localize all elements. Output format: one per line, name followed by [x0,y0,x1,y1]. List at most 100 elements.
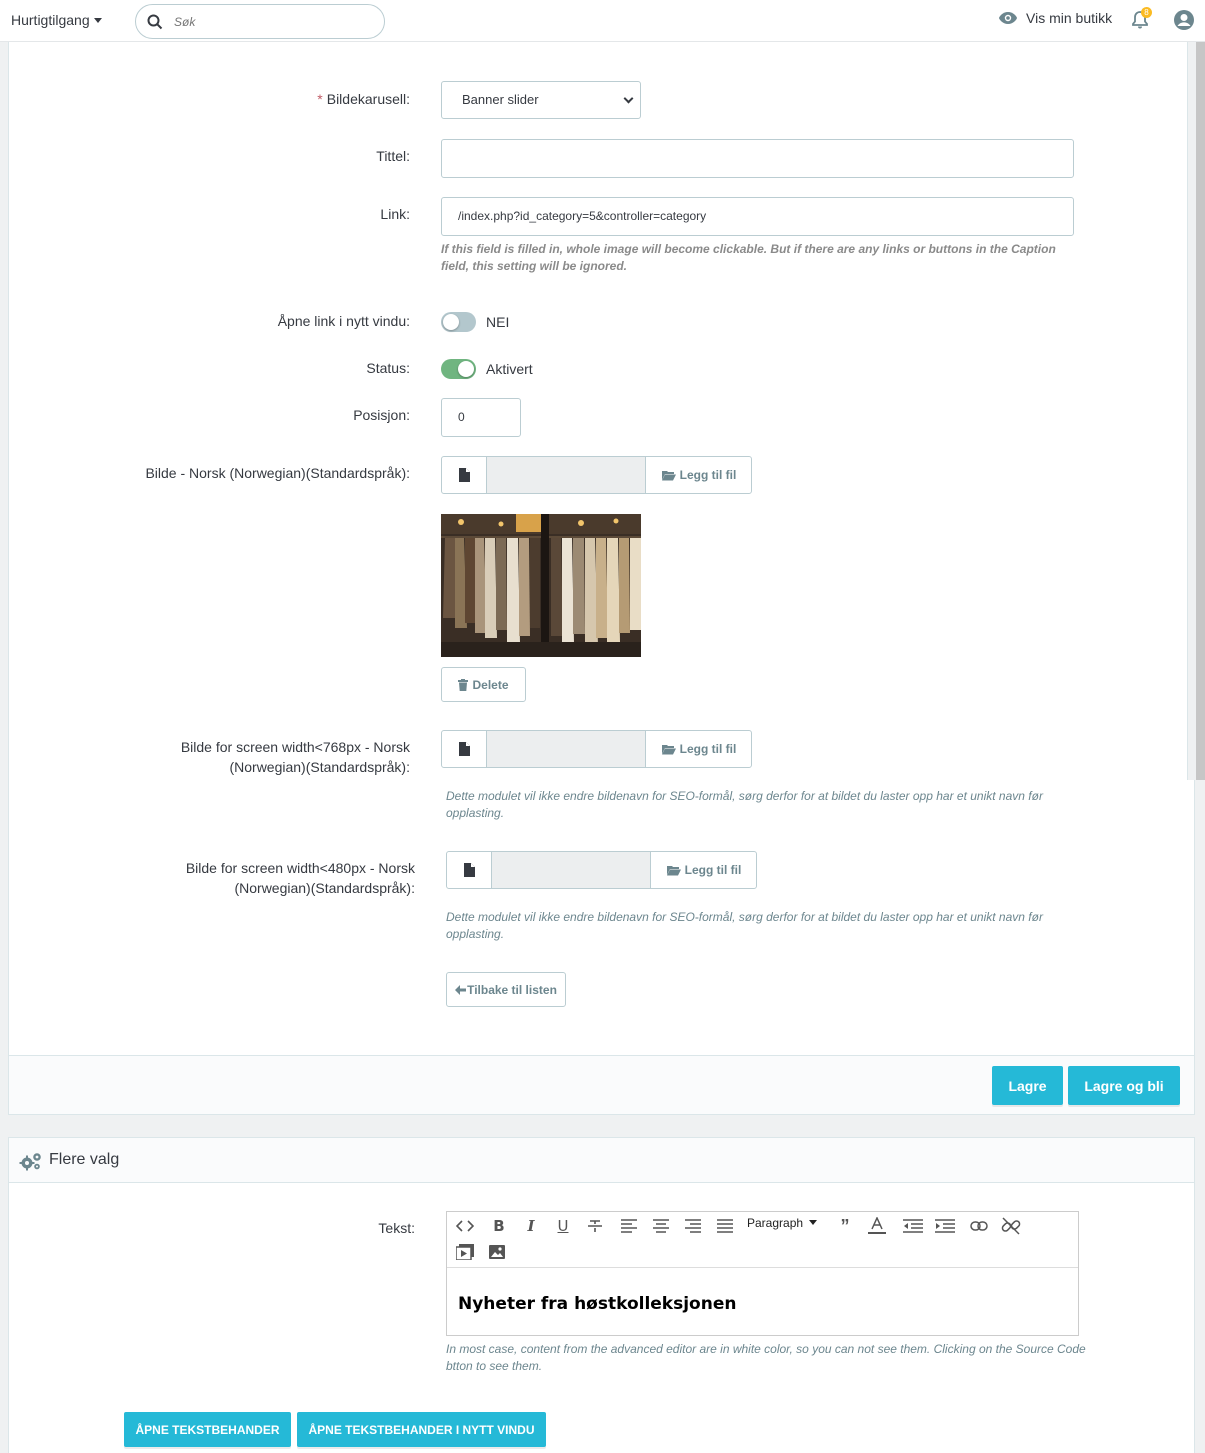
quick-access-label: Hurtigtilgang [11,12,90,28]
back-to-list-button[interactable]: Tilbake til listen [446,972,566,1007]
image768-label: Bilde for screen width<768px - Norsk (No… [100,737,410,777]
toggle-knob [458,361,474,377]
carousel-select-value: Banner slider [462,92,539,107]
image768-help: Dette modulet vil ikke endre bildenavn f… [446,789,1043,820]
gears-icon [19,1153,41,1171]
blockquote-icon[interactable]: ” [833,1215,857,1237]
file-icon [442,731,487,767]
image480-help: Dette modulet vil ikke endre bildenavn f… [446,910,1043,941]
carousel-select[interactable]: Banner slider [441,81,641,119]
italic-icon[interactable]: I [519,1215,543,1237]
back-to-list-label: Tilbake til listen [467,982,557,997]
open-editor-button[interactable]: ÅPNE TEKSTBEHANDER [124,1412,291,1447]
unlink-icon[interactable] [999,1215,1023,1237]
image768-label-line1: Bilde for screen width<768px - Norsk [180,739,410,755]
quick-access-menu[interactable]: Hurtigtilgang [11,12,102,28]
align-justify-icon[interactable] [713,1215,737,1237]
search-icon [147,14,163,30]
top-bar: Hurtigtilgang Vis min butikk 8 [0,0,1205,42]
text-label: Tekst: [378,1220,415,1236]
image768-file-upload[interactable]: Legg til fil [441,730,752,768]
media-icon[interactable] [453,1241,477,1263]
image-label: Bilde - Norsk (Norwegian)(Standardspråk)… [145,465,410,481]
image480-file-upload[interactable]: Legg til fil [446,851,757,889]
file-icon [447,852,492,888]
uploaded-image-preview [441,514,641,657]
folder-open-icon [661,744,676,754]
bold-icon[interactable]: B [487,1215,511,1237]
add-file-button[interactable]: Legg til fil [647,457,751,493]
eye-icon [999,12,1017,24]
save-and-stay-button[interactable]: Lagre og bli [1068,1066,1180,1105]
image768-label-line2: (Norwegian)(Standardspråk): [229,759,410,775]
trash-icon [458,678,469,691]
notification-badge: 8 [1141,7,1152,18]
view-shop-link[interactable]: Vis min butikk [998,10,1112,26]
delete-label: Delete [472,677,509,692]
delete-button[interactable]: Delete [441,667,526,702]
file-icon [442,457,487,493]
user-menu[interactable] [1173,9,1195,34]
add-file-button[interactable]: Legg til fil [652,852,756,888]
link-icon[interactable] [967,1215,991,1237]
arrow-left-icon [455,984,467,995]
file-name-field [487,731,646,767]
image-file-upload[interactable]: Legg til fil [441,456,752,494]
carousel-label-text: Bildekarusell: [326,91,410,107]
view-shop-label: Vis min butikk [1026,10,1113,26]
scrollbar[interactable] [1196,42,1205,780]
position-label: Posisjon: [353,407,410,423]
underline-icon[interactable]: U [551,1215,575,1237]
editor-help: In most case, content from the advanced … [446,1342,1086,1373]
more-options-title: Flere valg [49,1151,120,1168]
align-center-icon[interactable] [649,1215,673,1237]
toggle-knob [443,314,459,330]
image480-label-line2: (Norwegian)(Standardspråk): [234,880,415,896]
rich-text-editor[interactable]: B I U Paragraph ” Nyheter fra høstkollek… [446,1211,1079,1336]
search-input[interactable] [174,12,374,32]
add-file-label: Legg til fil [684,863,742,877]
add-file-button[interactable]: Legg til fil [647,731,751,767]
caret-down-icon [809,1220,818,1225]
strikethrough-icon[interactable] [583,1215,607,1237]
file-name-field [492,852,651,888]
add-file-label: Legg til fil [679,742,737,756]
outdent-icon[interactable] [901,1215,925,1237]
folder-open-icon [666,865,681,875]
image480-label: Bilde for screen width<480px - Norsk (No… [105,858,415,898]
new-window-value: NEI [486,314,510,330]
link-help: If this field is filled in, whole image … [441,242,1056,273]
caret-down-icon [93,18,102,23]
status-toggle[interactable] [441,359,476,379]
new-window-toggle[interactable] [441,312,476,332]
text-color-icon[interactable] [865,1215,889,1237]
title-label: Tittel: [376,148,410,164]
carousel-label: * Bildekarusell: [200,89,410,109]
editor-toolbar: B I U Paragraph ” [447,1212,1078,1268]
save-button[interactable]: Lagre [992,1066,1063,1105]
indent-icon[interactable] [933,1215,957,1237]
new-window-label: Åpne link i nytt vindu: [277,313,410,329]
required-marker: * [317,91,323,107]
position-input[interactable]: 0 [441,398,521,437]
notifications-button[interactable]: 8 [1131,7,1152,33]
status-value: Aktivert [486,361,533,377]
link-label: Link: [380,206,410,222]
open-editor-new-window-button[interactable]: ÅPNE TEKSTBEHANDER I NYTT VINDU [297,1412,546,1447]
file-name-field [487,457,646,493]
folder-open-icon [661,470,676,480]
paragraph-format-dropdown[interactable]: Paragraph [747,1216,818,1230]
more-options-header: Flere valg [9,1138,1194,1183]
search-box[interactable] [135,4,385,39]
title-input[interactable] [441,139,1074,178]
source-code-icon[interactable] [453,1215,477,1237]
paragraph-format-label: Paragraph [747,1216,804,1230]
link-input[interactable]: /index.php?id_category=5&controller=cate… [441,197,1074,236]
image-icon[interactable] [485,1241,509,1263]
align-right-icon[interactable] [681,1215,705,1237]
account-icon [1174,10,1194,30]
chevron-down-icon [623,93,634,104]
align-left-icon[interactable] [617,1215,641,1237]
editor-content[interactable]: Nyheter fra høstkolleksjonen [458,1294,736,1314]
add-file-label: Legg til fil [679,468,737,482]
